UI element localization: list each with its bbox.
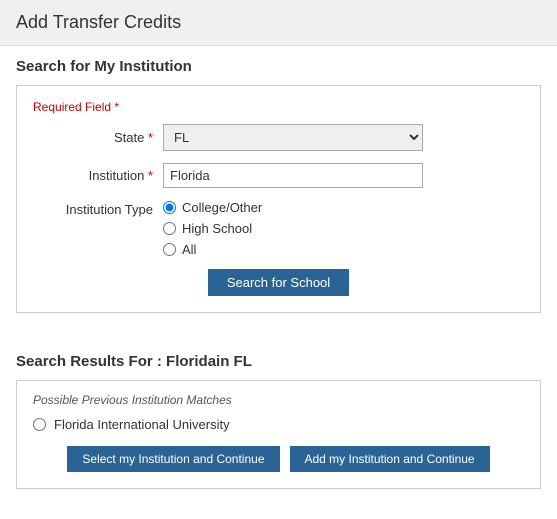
page-header: Add Transfer Credits: [0, 0, 557, 46]
results-box: Possible Previous Institution Matches Fl…: [16, 380, 541, 489]
radio-highschool-input[interactable]: [163, 222, 176, 235]
page-title: Add Transfer Credits: [16, 12, 541, 33]
required-field-notice: Required Field *: [33, 100, 524, 114]
add-institution-button[interactable]: Add my Institution and Continue: [290, 446, 490, 472]
institution-row: Institution *: [33, 163, 524, 188]
radio-all-label: All: [182, 242, 196, 257]
radio-all-input[interactable]: [163, 243, 176, 256]
institution-label: Institution *: [33, 168, 163, 183]
results-section: Search Results For : Floridain FL Possib…: [0, 341, 557, 501]
search-form-box: Required Field * State * FL AL GA NY CA …: [16, 85, 541, 313]
radio-college-label: College/Other: [182, 200, 262, 215]
results-subtitle: Possible Previous Institution Matches: [33, 393, 524, 407]
state-label: State *: [33, 130, 163, 145]
search-section-title: Search for My Institution: [16, 58, 541, 75]
required-star: *: [114, 100, 119, 114]
radio-college[interactable]: College/Other: [163, 200, 262, 215]
result-item: Florida International University: [33, 417, 524, 432]
radio-college-input[interactable]: [163, 201, 176, 214]
search-section: Search for My Institution Required Field…: [0, 46, 557, 341]
institution-type-label: Institution Type: [33, 200, 163, 217]
result-label: Florida International University: [54, 417, 230, 432]
result-buttons-row: Select my Institution and Continue Add m…: [33, 446, 524, 472]
institution-type-row: Institution Type College/Other High Scho…: [33, 200, 524, 257]
institution-type-radio-group: College/Other High School All: [163, 200, 262, 257]
radio-highschool-label: High School: [182, 221, 252, 236]
select-institution-button[interactable]: Select my Institution and Continue: [67, 446, 279, 472]
search-button-row: Search for School: [33, 269, 524, 296]
radio-highschool[interactable]: High School: [163, 221, 262, 236]
results-title: Search Results For : Floridain FL: [16, 353, 541, 370]
radio-all[interactable]: All: [163, 242, 262, 257]
search-button[interactable]: Search for School: [208, 269, 349, 296]
state-row: State * FL AL GA NY CA: [33, 124, 524, 151]
institution-input[interactable]: [163, 163, 423, 188]
state-select[interactable]: FL AL GA NY CA: [163, 124, 423, 151]
result-radio[interactable]: [33, 418, 46, 431]
